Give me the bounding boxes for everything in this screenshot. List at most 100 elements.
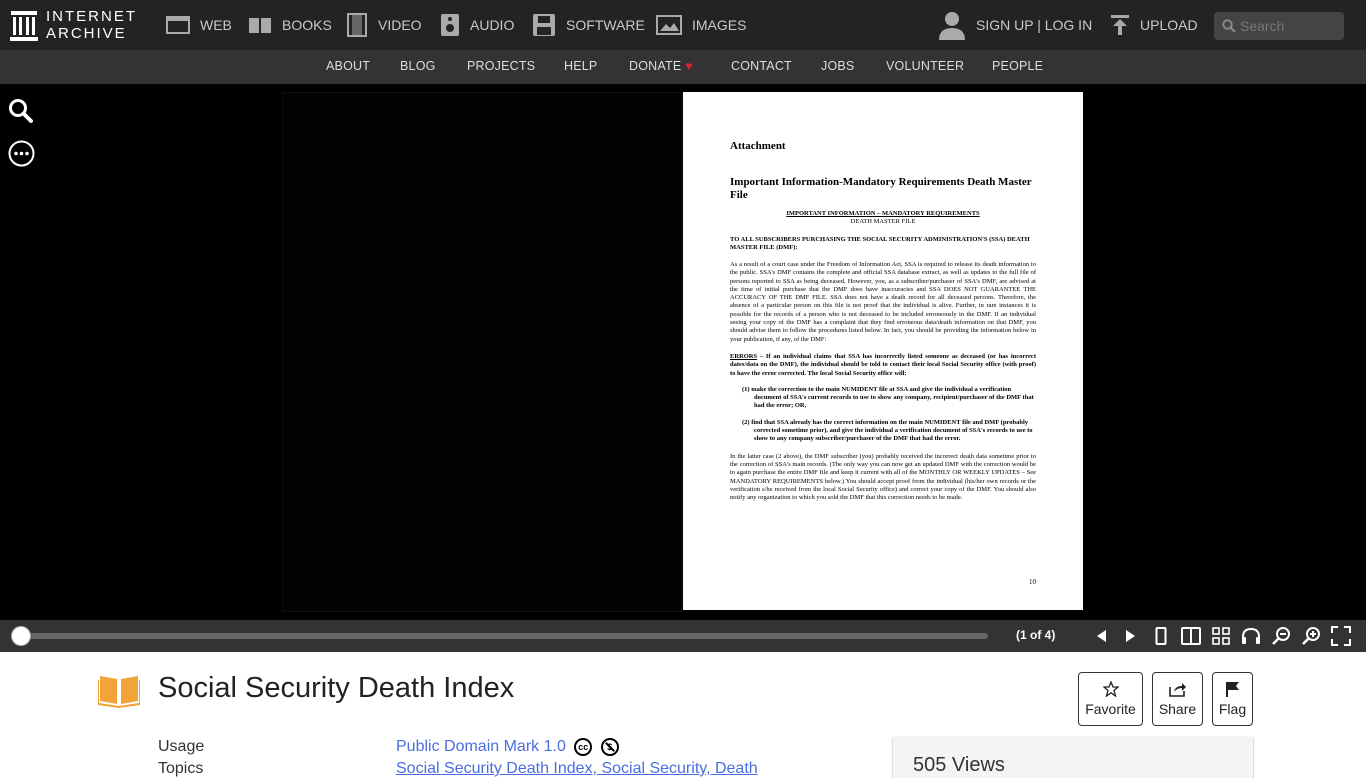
page-count: (1 of 4): [1016, 628, 1056, 642]
images-icon: [656, 15, 682, 35]
subnav-blog[interactable]: BLOG: [400, 59, 436, 73]
favorite-label: Favorite: [1085, 701, 1136, 717]
nav-web-label: WEB: [200, 17, 232, 33]
subnav-about[interactable]: ABOUT: [326, 59, 370, 73]
subnav-projects[interactable]: PROJECTS: [467, 59, 535, 73]
doc-errors-text: – If an individual claims that SSA has i…: [730, 352, 1036, 377]
subnav-volunteer[interactable]: VOLUNTEER: [886, 59, 964, 73]
views-panel: 505 Views: [892, 738, 1254, 778]
one-page-view-button[interactable]: [1150, 626, 1172, 646]
sign-up-log-in[interactable]: SIGN UP | LOG IN: [938, 12, 1093, 40]
doc-page-number: 10: [1029, 578, 1036, 586]
search-icon[interactable]: [1222, 19, 1236, 33]
search-box: [1214, 12, 1344, 40]
sign-up-log-in-label: SIGN UP | LOG IN: [976, 17, 1093, 33]
upload-link[interactable]: UPLOAD: [1110, 12, 1198, 38]
doc-attachment: Attachment: [730, 140, 786, 152]
video-icon: [347, 13, 367, 37]
subnav-donate-label: DONATE: [629, 59, 682, 73]
doc-heading: TO ALL SUBSCRIBERS PURCHASING THE SOCIAL…: [730, 236, 1030, 251]
document-page: Attachment Important Information-Mandato…: [683, 92, 1083, 610]
audio-icon: [441, 14, 459, 36]
headphones-icon: [1242, 627, 1260, 644]
previous-page-button[interactable]: [1090, 626, 1112, 646]
zoom-in-icon: [1302, 627, 1320, 645]
flag-label: Flag: [1218, 701, 1247, 717]
thumbnail-view-button[interactable]: [1210, 626, 1232, 646]
subnav-people[interactable]: PEOPLE: [992, 59, 1043, 73]
logo-line-2: ARCHIVE: [46, 25, 127, 42]
doc-title: Important Information-Mandatory Requirem…: [730, 176, 1032, 201]
search-inside-icon[interactable]: [8, 98, 34, 124]
web-icon: [166, 16, 190, 34]
doc-center-line-1: IMPORTANT INFORMATION – MANDATORY REQUIR…: [786, 210, 980, 217]
fullscreen-icon: [1331, 626, 1351, 646]
share-label: Share: [1158, 701, 1197, 717]
user-icon: [939, 12, 965, 40]
nav-video[interactable]: VIDEO: [346, 12, 422, 38]
doc-paragraph-1: As a result of a court case under the Fr…: [730, 261, 1036, 343]
subnav-help[interactable]: HELP: [564, 59, 597, 73]
fullscreen-button[interactable]: [1330, 626, 1352, 646]
star-icon: [1102, 681, 1119, 697]
nav-web[interactable]: WEB: [166, 12, 232, 38]
software-icon: [533, 14, 555, 36]
item-title: Social Security Death Index: [158, 672, 515, 704]
upload-icon: [1111, 15, 1129, 35]
thumbnail-view-icon: [1212, 627, 1230, 645]
topics-value[interactable]: Social Security Death Index, Social Secu…: [396, 760, 758, 778]
usage-link[interactable]: Public Domain Mark 1.0: [396, 738, 566, 755]
two-page-view-icon: [1181, 627, 1201, 645]
previous-page-icon: [1097, 630, 1106, 642]
zoom-out-icon: [1272, 627, 1290, 645]
nav-books[interactable]: BOOKS: [248, 12, 332, 38]
share-icon: [1168, 683, 1186, 697]
more-options-icon[interactable]: [8, 140, 35, 167]
flag-button[interactable]: Flag: [1212, 672, 1253, 726]
reader-toolbar: (1 of 4): [0, 620, 1366, 652]
search-input[interactable]: [1240, 18, 1336, 34]
internet-archive-logo[interactable]: INTERNET ARCHIVE: [10, 8, 137, 42]
creative-commons-icon: cc: [574, 738, 593, 756]
subnav-contact[interactable]: CONTACT: [731, 59, 792, 73]
two-page-view-button[interactable]: [1180, 626, 1202, 646]
read-aloud-button[interactable]: [1240, 626, 1262, 646]
doc-errors-label: ERRORS: [730, 352, 758, 360]
doc-paragraph-2: In the latter case (2 above), the DMF su…: [730, 452, 1036, 502]
topics-label: Topics: [158, 760, 204, 777]
flag-icon: [1225, 682, 1239, 697]
nav-video-label: VIDEO: [378, 17, 422, 33]
nav-books-label: BOOKS: [282, 17, 332, 33]
usage-value: Public Domain Mark 1.0 cc $: [396, 738, 619, 756]
share-button[interactable]: Share: [1152, 672, 1203, 726]
texts-mediatype-icon: [98, 676, 140, 708]
public-domain-icon: $: [600, 738, 619, 756]
nav-images-label: IMAGES: [692, 17, 747, 33]
books-icon: [249, 18, 271, 33]
subnav-jobs[interactable]: JOBS: [821, 59, 854, 73]
one-page-view-icon: [1155, 627, 1167, 645]
zoom-out-button[interactable]: [1270, 626, 1292, 646]
page-slider-handle[interactable]: [11, 626, 31, 646]
left-page-placeholder: [282, 92, 682, 612]
book-reader: Attachment Important Information-Mandato…: [0, 84, 1366, 620]
doc-center-line-2: DEATH MASTER FILE: [850, 218, 916, 225]
subnav-donate[interactable]: DONATE ♥: [629, 59, 693, 73]
heart-icon: ♥: [685, 59, 693, 73]
doc-list-item-2: (2) find that SSA already has the correc…: [742, 418, 1033, 443]
logo-line-1: INTERNET: [46, 8, 137, 25]
top-navigation-bar: INTERNET ARCHIVE WEB BOOKS VIDEO AUDIO S…: [0, 0, 1366, 50]
archive-building-icon: [10, 11, 38, 41]
zoom-in-button[interactable]: [1300, 626, 1322, 646]
secondary-navigation-bar: ABOUT BLOG PROJECTS HELP DONATE ♥ CONTACT…: [0, 50, 1366, 84]
usage-label: Usage: [158, 738, 205, 755]
nav-software-label: SOFTWARE: [566, 17, 645, 33]
nav-audio[interactable]: AUDIO: [440, 12, 514, 38]
next-page-button[interactable]: [1120, 626, 1142, 646]
favorite-button[interactable]: Favorite: [1078, 672, 1143, 726]
nav-software[interactable]: SOFTWARE: [532, 12, 645, 38]
page-slider-track[interactable]: [20, 633, 988, 639]
doc-list-item-1: (1) make the correction to the main NUMI…: [742, 385, 1034, 410]
nav-images[interactable]: IMAGES: [656, 12, 746, 38]
next-page-icon: [1126, 630, 1135, 642]
